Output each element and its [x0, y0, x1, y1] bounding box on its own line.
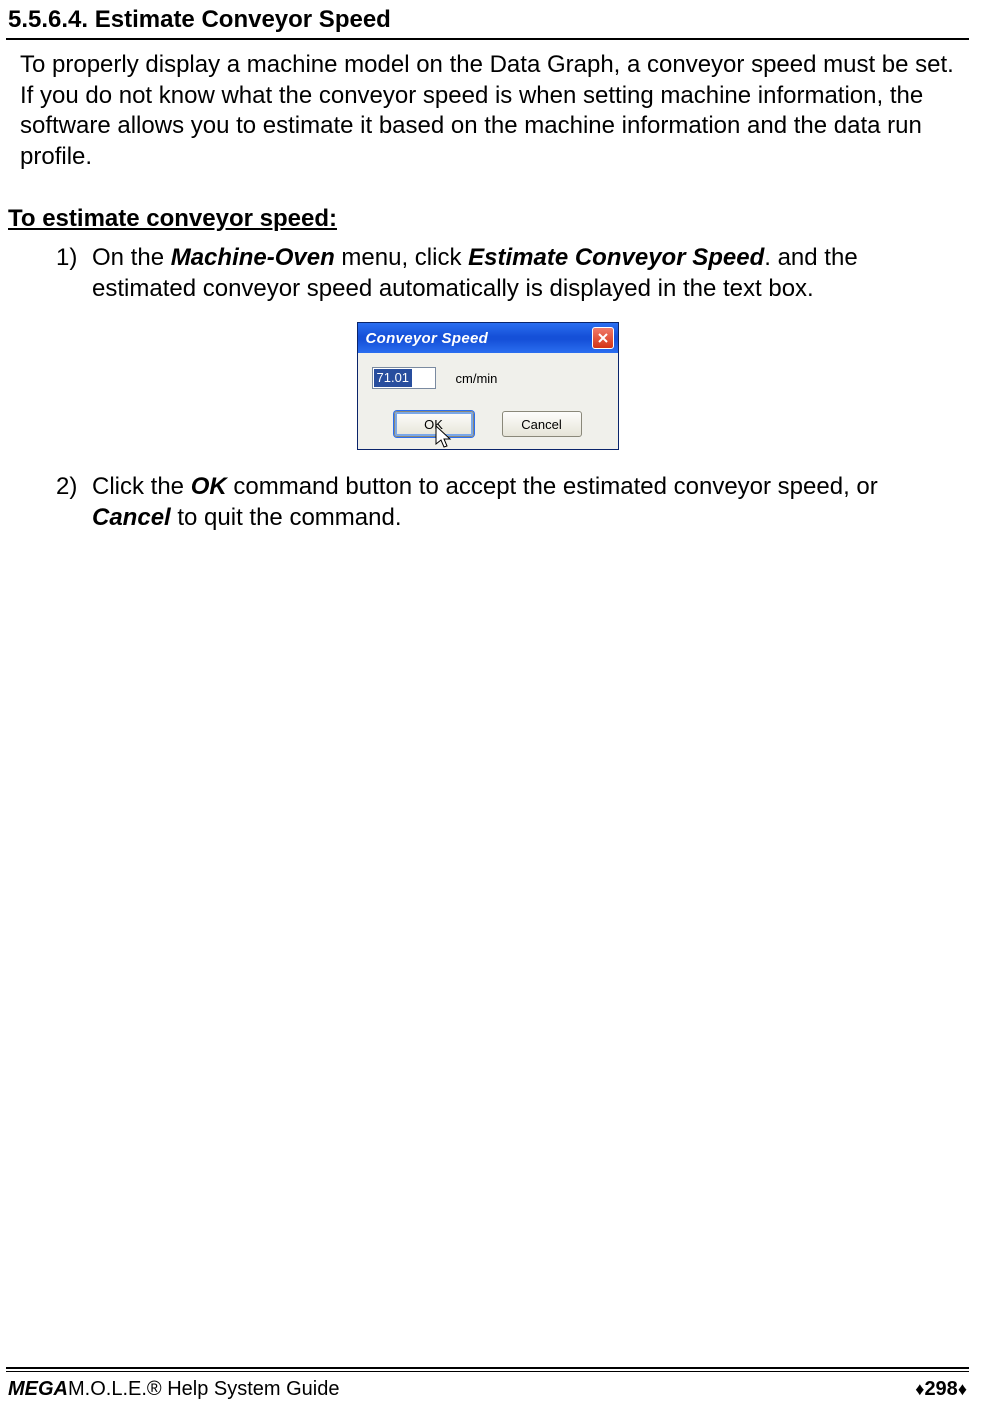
document-page: 5.5.6.4. Estimate Conveyor Speed To prop…: [0, 0, 981, 1419]
cancel-button[interactable]: Cancel: [502, 411, 582, 437]
page-footer: MEGAM.O.L.E.® Help System Guide ♦298♦: [6, 1367, 969, 1401]
step-text-mid: command button to accept the estimated c…: [227, 473, 878, 500]
heading-rule: [6, 38, 969, 40]
step-emph-ok: OK: [191, 473, 227, 500]
procedure-subheading: To estimate conveyor speed:: [8, 205, 969, 233]
step-text-pre: Click the: [92, 473, 191, 500]
close-icon: [597, 332, 609, 344]
step-emph-command: Estimate Conveyor Speed: [468, 244, 764, 271]
intro-paragraph: To properly display a machine model on t…: [6, 50, 969, 173]
section-heading: 5.5.6.4. Estimate Conveyor Speed: [6, 6, 969, 38]
dialog-screenshot: Conveyor Speed 71.01 cm/min OK: [6, 322, 969, 450]
footer-guide-title: M.O.L.E.® Help System Guide: [68, 1378, 340, 1400]
footer-rule-top: [6, 1367, 969, 1369]
footer-left: MEGAM.O.L.E.® Help System Guide: [8, 1378, 340, 1401]
step-emph-cancel: Cancel: [92, 504, 171, 531]
step-number: 2): [56, 472, 77, 503]
button-row: OK Cancel: [372, 411, 604, 437]
speed-input[interactable]: 71.01: [372, 367, 436, 389]
close-button[interactable]: [592, 327, 614, 349]
cursor-icon: [434, 425, 454, 451]
value-row: 71.01 cm/min: [372, 367, 604, 389]
step-2: 2) Click the OK command button to accept…: [56, 472, 955, 533]
diamond-right-icon: ♦: [958, 1379, 967, 1399]
dialog-titlebar: Conveyor Speed: [358, 323, 618, 353]
section-number: 5.5.6.4.: [8, 6, 88, 33]
step-text-mid: menu, click: [335, 244, 468, 271]
unit-label: cm/min: [456, 371, 498, 386]
page-number: 298: [924, 1378, 957, 1400]
speed-value: 71.01: [374, 369, 413, 387]
procedure-steps-continued: 2) Click the OK command button to accept…: [6, 472, 969, 533]
step-emph-menu: Machine-Oven: [171, 244, 335, 271]
dialog-body: 71.01 cm/min OK Cancel: [358, 353, 618, 449]
section-title: Estimate Conveyor Speed: [95, 6, 391, 33]
footer-right: ♦298♦: [915, 1378, 967, 1401]
footer-rule-bottom: [6, 1371, 969, 1372]
step-number: 1): [56, 243, 77, 274]
dialog-title: Conveyor Speed: [366, 330, 489, 347]
mouse-cursor: [434, 425, 454, 456]
footer-row: MEGAM.O.L.E.® Help System Guide ♦298♦: [6, 1378, 969, 1401]
step-text-post: to quit the command.: [171, 504, 402, 531]
cancel-button-label: Cancel: [521, 417, 561, 432]
conveyor-speed-dialog: Conveyor Speed 71.01 cm/min OK: [357, 322, 619, 450]
procedure-steps: 1) On the Machine-Oven menu, click Estim…: [6, 243, 969, 304]
step-text-pre: On the: [92, 244, 171, 271]
footer-brand: MEGA: [8, 1378, 68, 1400]
step-1: 1) On the Machine-Oven menu, click Estim…: [56, 243, 955, 304]
